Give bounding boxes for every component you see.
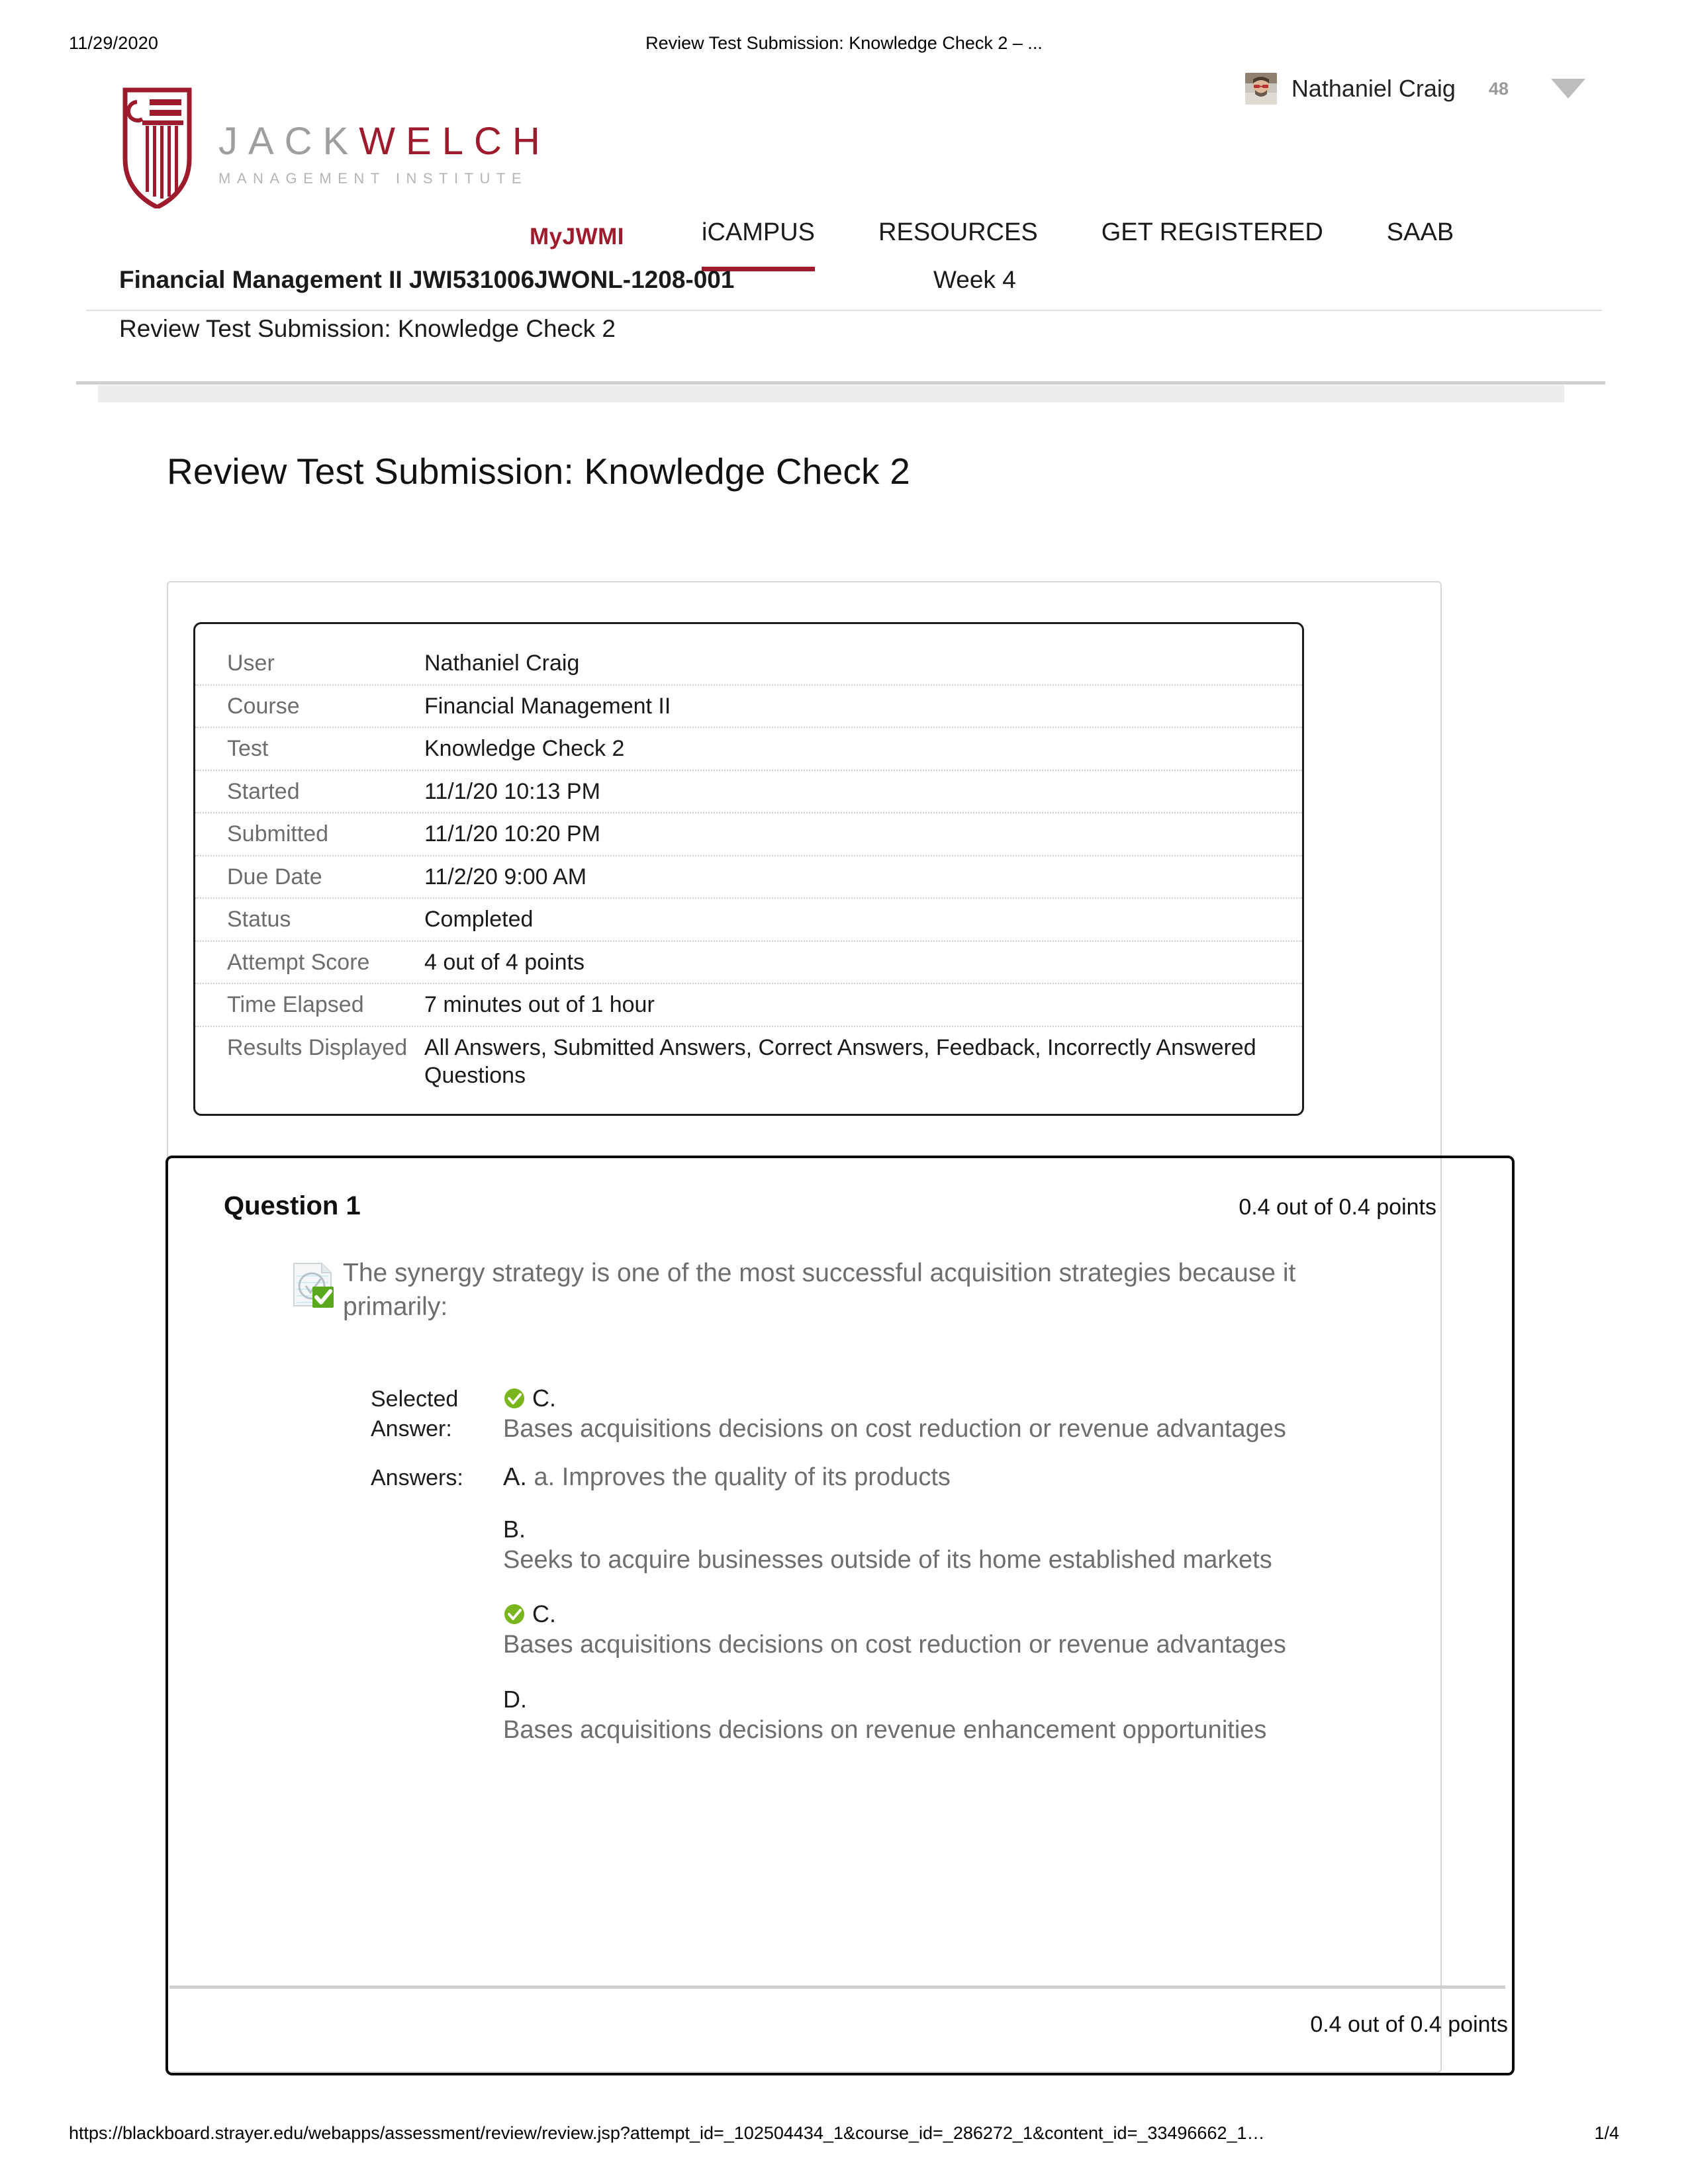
answer-option-a-text: a. Improves the quality of its products bbox=[534, 1463, 951, 1491]
table-row: Attempt Score 4 out of 4 points bbox=[195, 942, 1302, 984]
avatar bbox=[1244, 73, 1277, 105]
user-area[interactable]: Nathaniel Craig 48 bbox=[1244, 73, 1585, 105]
answer-option-c-letter: C. bbox=[532, 1600, 556, 1628]
answers-list-row: Answers: A. a. Improves the quality of i… bbox=[371, 1463, 1430, 1771]
notification-count-badge[interactable]: 48 bbox=[1489, 79, 1509, 99]
course-title: Financial Management II JWI531006JWONL-1… bbox=[119, 266, 735, 293]
answer-option-d: D. Bases acquisitions decisions on reven… bbox=[503, 1686, 1430, 1747]
shield-column-icon bbox=[122, 86, 192, 210]
print-header: 11/29/2020 Review Test Submission: Knowl… bbox=[0, 33, 1688, 60]
content-top-rule bbox=[76, 381, 1605, 385]
nav-item-icampus[interactable]: iCAMPUS bbox=[702, 218, 816, 271]
table-row: User Nathaniel Craig bbox=[195, 643, 1302, 686]
question-header: Question 1 0.4 out of 0.4 points bbox=[224, 1191, 1481, 1221]
course-week: Week 4 bbox=[933, 266, 1016, 293]
info-label: Time Elapsed bbox=[227, 992, 364, 1017]
answers-block: Selected Answer: C. Bases acquisitions d… bbox=[371, 1385, 1430, 1788]
info-label: Status bbox=[227, 907, 291, 932]
table-row: Started 11/1/20 10:13 PM bbox=[195, 771, 1302, 813]
question-prompt-row: The synergy strategy is one of the most … bbox=[291, 1256, 1403, 1324]
info-label: Started bbox=[227, 778, 300, 804]
nav-item-resources[interactable]: RESOURCES bbox=[878, 218, 1038, 267]
brand-jack: JACK bbox=[218, 120, 359, 163]
chevron-down-icon[interactable] bbox=[1551, 79, 1585, 99]
selected-answer-letter: C. bbox=[532, 1385, 556, 1412]
content-top-band bbox=[98, 385, 1564, 402]
table-row: Time Elapsed 7 minutes out of 1 hour bbox=[195, 984, 1302, 1027]
nav-item-get-registered[interactable]: GET REGISTERED bbox=[1102, 218, 1323, 267]
answer-option-d-text: Bases acquisitions decisions on revenue … bbox=[503, 1715, 1267, 1744]
info-label: User bbox=[227, 651, 275, 676]
selected-answer-row: Selected Answer: C. Bases acquisitions d… bbox=[371, 1385, 1430, 1446]
answer-option-b: B. Seeks to acquire businesses outside o… bbox=[503, 1516, 1430, 1577]
brand-tagline: MANAGEMENT INSTITUTE bbox=[218, 170, 528, 187]
answer-option-c-text: Bases acquisitions decisions on cost red… bbox=[503, 1631, 1286, 1659]
test-information-table: User Nathaniel Craig Course Financial Ma… bbox=[193, 622, 1304, 1116]
info-label: Attempt Score bbox=[227, 949, 370, 975]
main-navigation: iCAMPUS RESOURCES GET REGISTERED SAAB bbox=[702, 218, 1454, 271]
answer-option-b-text: Seeks to acquire businesses outside of i… bbox=[503, 1545, 1272, 1574]
info-label: Results Displayed bbox=[227, 1034, 408, 1060]
answer-option-d-letter-row: D. bbox=[503, 1686, 1430, 1713]
selected-answer-text: Bases acquisitions decisions on cost red… bbox=[503, 1415, 1286, 1443]
answer-option-c-letter-row: C. bbox=[503, 1600, 1430, 1628]
info-value: 11/1/20 10:13 PM bbox=[424, 778, 600, 804]
info-value: 11/1/20 10:20 PM bbox=[424, 821, 600, 846]
table-row: Test Knowledge Check 2 bbox=[195, 728, 1302, 771]
question-points: 0.4 out of 0.4 points bbox=[1239, 1195, 1436, 1220]
site-header: JACKWELCH MANAGEMENT INSTITUTE MyJWMI Na… bbox=[0, 73, 1688, 311]
question-correct-document-icon bbox=[291, 1261, 335, 1308]
info-value: 4 out of 4 points bbox=[424, 949, 585, 975]
print-document-title: Review Test Submission: Knowledge Check … bbox=[645, 33, 1043, 53]
user-name[interactable]: Nathaniel Craig bbox=[1291, 75, 1456, 103]
next-question-points: 0.4 out of 0.4 points bbox=[1310, 2012, 1508, 2037]
table-row: Due Date 11/2/20 9:00 AM bbox=[195, 856, 1302, 899]
correct-check-icon bbox=[503, 1603, 526, 1625]
answer-option-b-letter-row: B. bbox=[503, 1516, 1430, 1543]
jwmi-logo[interactable]: JACKWELCH MANAGEMENT INSTITUTE bbox=[122, 86, 551, 210]
info-value: 7 minutes out of 1 hour bbox=[424, 992, 655, 1017]
info-value: All Answers, Submitted Answers, Correct … bbox=[424, 1034, 1256, 1089]
info-label: Submitted bbox=[227, 821, 329, 846]
answers-label: Answers: bbox=[371, 1465, 463, 1490]
info-value: Knowledge Check 2 bbox=[424, 736, 625, 761]
question-number: Question 1 bbox=[224, 1191, 361, 1220]
info-value: Financial Management II bbox=[424, 693, 671, 719]
info-label: Course bbox=[227, 693, 300, 719]
question-prompt: The synergy strategy is one of the most … bbox=[343, 1259, 1296, 1322]
question-separator bbox=[169, 1985, 1505, 1989]
table-row: Course Financial Management II bbox=[195, 686, 1302, 728]
table-row: Submitted 11/1/20 10:20 PM bbox=[195, 813, 1302, 856]
selected-answer-letter-row: C. bbox=[503, 1385, 1286, 1412]
info-value: 11/2/20 9:00 AM bbox=[424, 864, 587, 889]
answer-option-a-letter: A. bbox=[503, 1463, 527, 1491]
footer-page-number: 1/4 bbox=[1594, 2123, 1619, 2143]
info-label: Due Date bbox=[227, 864, 322, 889]
table-row: Results Displayed All Answers, Submitted… bbox=[195, 1027, 1302, 1097]
answer-option-a: A. a. Improves the quality of its produc… bbox=[503, 1463, 1430, 1492]
answer-option-b-letter: B. bbox=[503, 1515, 526, 1543]
breadcrumb[interactable]: Review Test Submission: Knowledge Check … bbox=[119, 315, 616, 343]
nav-item-saab[interactable]: SAAB bbox=[1387, 218, 1454, 267]
correct-check-icon bbox=[503, 1387, 526, 1410]
brand-wordmark: JACKWELCH MANAGEMENT INSTITUTE bbox=[218, 122, 551, 187]
answer-option-d-letter: D. bbox=[503, 1685, 527, 1713]
info-value: Completed bbox=[424, 907, 534, 932]
footer-url: https://blackboard.strayer.edu/webapps/a… bbox=[69, 2123, 1265, 2143]
selected-answer-label: Selected Answer: bbox=[371, 1387, 459, 1441]
myjwmi-label: MyJWMI bbox=[530, 224, 624, 250]
page-title: Review Test Submission: Knowledge Check … bbox=[167, 451, 911, 492]
table-row: Status Completed bbox=[195, 899, 1302, 942]
info-label: Test bbox=[227, 736, 269, 761]
answer-option-c: C. Bases acquisitions decisions on cost … bbox=[503, 1600, 1430, 1662]
info-value: Nathaniel Craig bbox=[424, 651, 580, 676]
header-divider bbox=[86, 310, 1602, 311]
brand-welch: WELCH bbox=[359, 120, 551, 163]
